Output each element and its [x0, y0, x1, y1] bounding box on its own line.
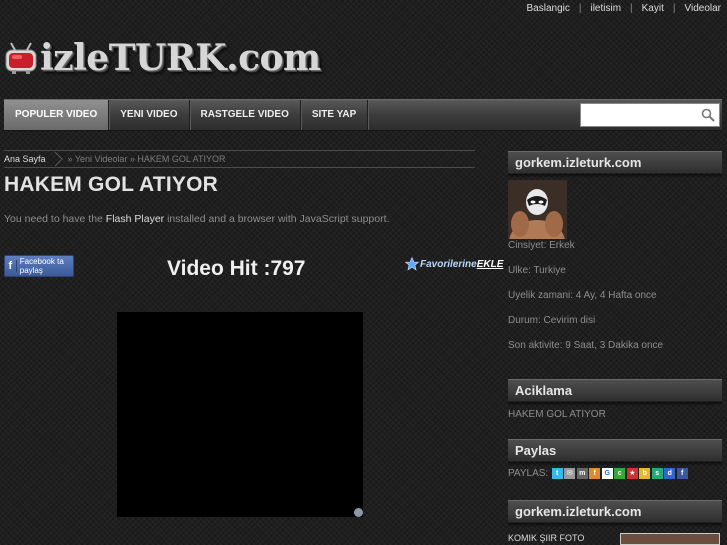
facebook-share-label: Facebook ta paylaş — [19, 257, 64, 275]
stumble-icon[interactable]: s — [651, 468, 663, 479]
nav-tab-2[interactable]: RASTGELE VIDEO — [190, 100, 301, 130]
google-icon[interactable]: G — [601, 468, 613, 479]
share-title: Paylas — [515, 443, 557, 458]
search-input[interactable] — [584, 105, 703, 127]
facebook-icon: f — [5, 260, 17, 272]
top-link-3[interactable]: Videolar — [675, 3, 721, 14]
flash-player-notice: You need to have the Flash Player instal… — [4, 213, 389, 225]
search-icon[interactable] — [701, 108, 715, 122]
komik-thumbnail[interactable] — [620, 533, 720, 545]
brand-name: izleTURK.com — [40, 37, 321, 79]
add-favorites-button[interactable]: Favorilerine EKLE — [404, 256, 504, 271]
description-text: HAKEM GOL ATIYOR — [508, 409, 606, 420]
profile-membership: Uyelik zamani: 4 Ay, 4 Hafta once — [508, 290, 657, 301]
share-label: PAYLAS: — [508, 468, 549, 479]
flash-note-after: installed and a browser with JavaScript … — [164, 213, 390, 225]
video-player[interactable] — [117, 312, 363, 517]
nav-tab-1[interactable]: YENI VIDEO — [109, 100, 190, 130]
flash-note-before: You need to have the — [4, 213, 106, 225]
star-icon — [404, 256, 420, 271]
bottom-profile-header: gorkem.izleturk.com — [508, 500, 722, 527]
nav-tab-0[interactable]: POPULER VIDEO — [4, 100, 110, 130]
page-title: HAKEM GOL ATIYOR — [4, 173, 218, 196]
profile-gender: Cinsiyet: Erkek — [508, 240, 575, 251]
breadcrumb-arrow-icon — [52, 151, 66, 167]
profile-last-activity: Son aktivite: 9 Saat, 3 Dakika once — [508, 340, 664, 351]
site-logo[interactable]: izleTURK.com — [4, 36, 321, 80]
flash-player-link[interactable]: Flash Player — [106, 213, 164, 225]
top-link-2[interactable]: Kayit — [633, 3, 673, 14]
top-link-0[interactable]: Baslangic — [518, 3, 579, 14]
video-hit-count: Video Hit :797 — [167, 257, 306, 280]
multicolor-icon[interactable]: ★ — [626, 468, 638, 479]
friendfeed-icon[interactable]: f — [589, 468, 601, 479]
top-link-1[interactable]: iletisim — [581, 3, 630, 14]
profile-status: Durum: Cevirim disi — [508, 315, 596, 326]
tv-logo-icon — [4, 41, 38, 75]
description-header: Aciklama — [508, 379, 722, 406]
share-row: PAYLAS: t ✉ m f Gc ★ b s d f — [508, 468, 688, 479]
favorites-action: EKLE — [476, 258, 504, 270]
email-icon[interactable]: ✉ — [564, 468, 576, 479]
breadcrumb-trail[interactable]: » Yeni Videolar » HAKEM GOL ATIYOR — [66, 151, 226, 167]
profile-header: gorkem.izleturk.com — [508, 151, 722, 178]
facebook-share-button[interactable]: f Facebook ta paylaş — [4, 255, 74, 277]
twitter-icon[interactable]: t — [551, 468, 563, 479]
share-header: Paylas — [508, 439, 722, 466]
komik-link[interactable]: KOMIK ŞIIR FOTO — [508, 533, 584, 543]
myspace-icon[interactable]: m — [576, 468, 588, 479]
breadcrumb-home[interactable]: Ana Sayfa — [4, 151, 52, 167]
search-box[interactable] — [580, 103, 720, 127]
facebook-icon[interactable]: f — [676, 468, 688, 479]
favorites-label: Favorilerine — [420, 258, 477, 270]
share-icons: t ✉ m f Gc ★ b s d f — [550, 468, 688, 479]
top-links: Baslangic | iletisim | Kayit | Videolar — [518, 3, 722, 14]
main-nav: POPULER VIDEO YENI VIDEO RASTGELE VIDEO SIT… — [4, 99, 722, 131]
bottom-profile-title: gorkem.izleturk.com — [515, 504, 642, 519]
description-title: Aciklama — [515, 383, 573, 398]
profile-country: Ulke: Turkiye — [508, 265, 566, 276]
nav-tab-3[interactable]: SITE YAP — [301, 100, 369, 130]
avatar[interactable] — [508, 180, 567, 239]
player-control-icon[interactable] — [354, 508, 363, 517]
chat-icon[interactable]: c — [614, 468, 626, 479]
bookmark-icon[interactable]: b — [639, 468, 651, 479]
delicious-icon[interactable]: d — [664, 468, 676, 479]
breadcrumb: Ana Sayfa » Yeni Videolar » HAKEM GOL AT… — [4, 150, 475, 168]
profile-title: gorkem.izleturk.com — [515, 155, 642, 170]
